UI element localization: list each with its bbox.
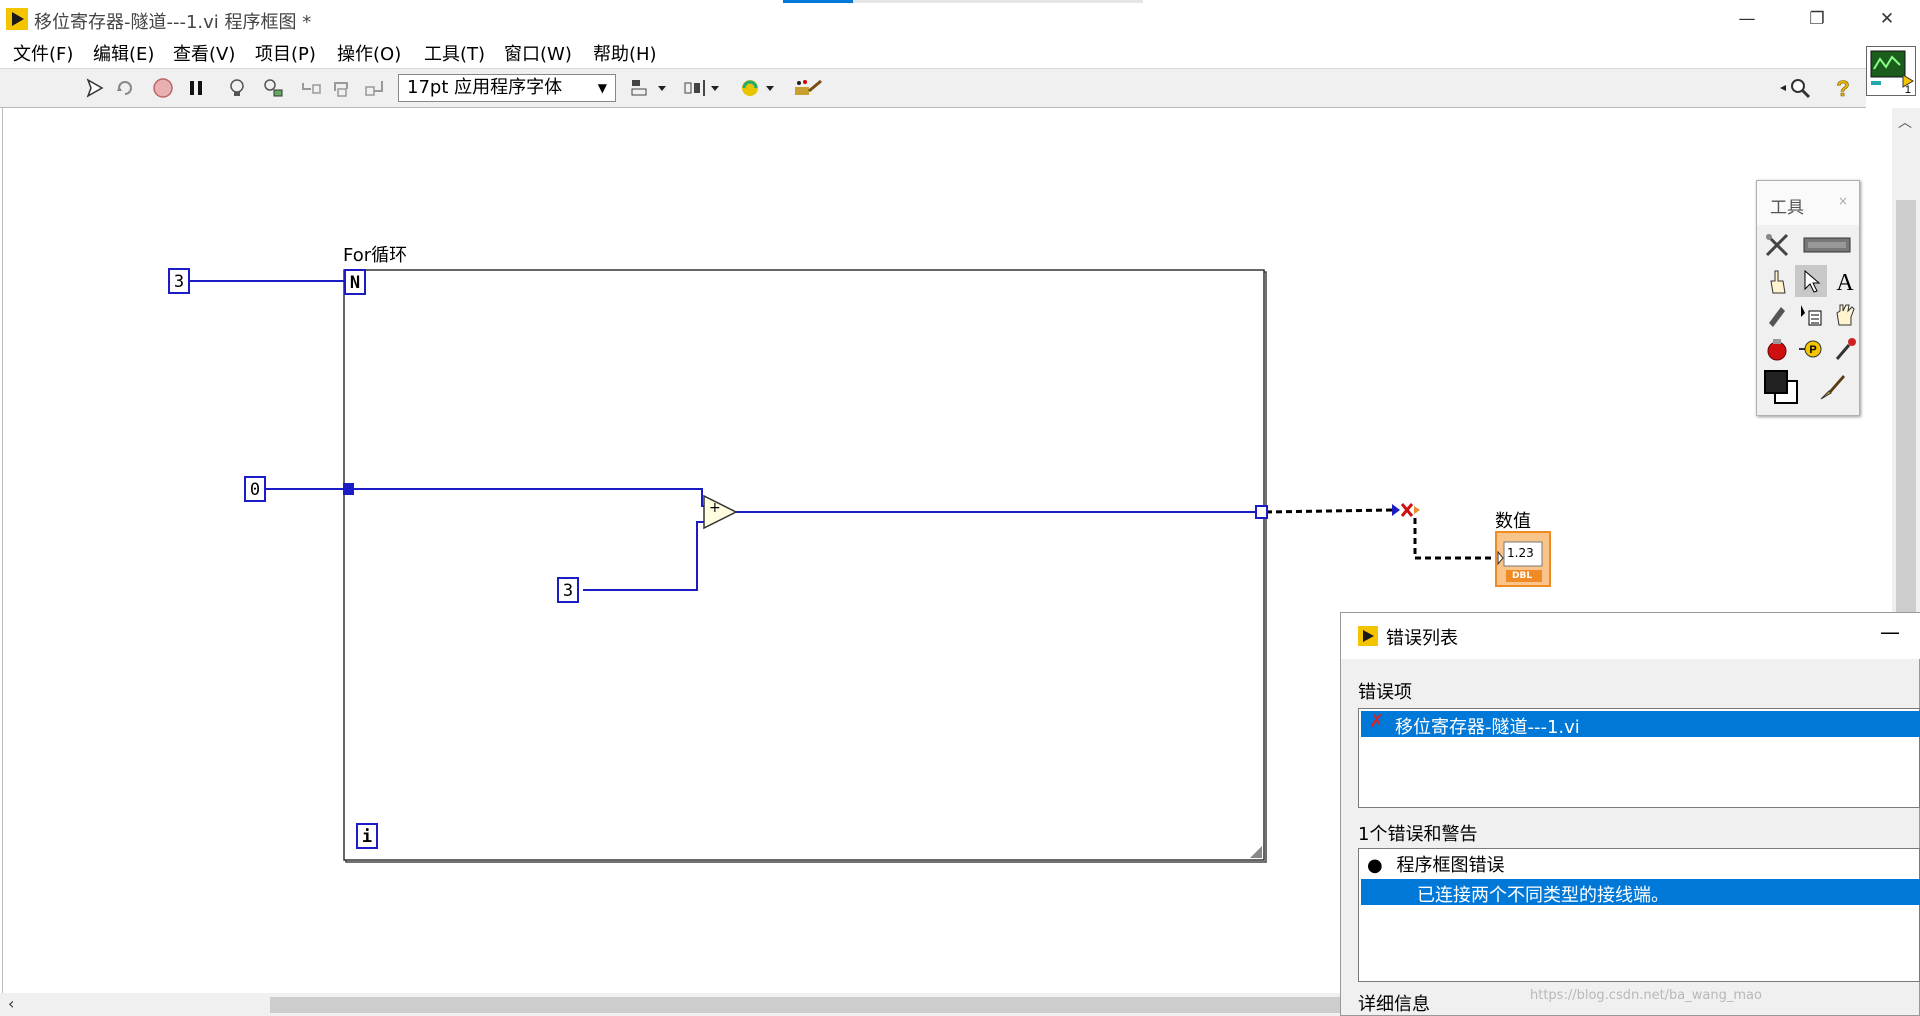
object-shortcut-menu-icon[interactable] — [1795, 299, 1827, 331]
init-constant[interactable]: 0 — [244, 476, 266, 502]
probe-data-icon[interactable]: P — [1795, 333, 1827, 365]
input-tunnel[interactable] — [343, 483, 354, 495]
get-color-icon[interactable] — [1829, 333, 1861, 365]
error-list-title: 错误列表 — [1386, 628, 1458, 649]
edit-text-icon[interactable]: A — [1829, 265, 1861, 297]
broken-wire-x-icon — [1400, 503, 1420, 517]
error-item-text: 移位寄存器-隧道---1.vi — [1395, 717, 1580, 738]
details-label: 详细信息 — [1358, 994, 1430, 1015]
indicator-value: 1.23 — [1507, 546, 1534, 560]
count-constant[interactable]: 3 — [168, 268, 190, 294]
auto-tool-toggle-icon[interactable] — [1797, 229, 1857, 261]
for-loop-structure[interactable] — [343, 269, 1267, 863]
labview-app-icon — [1358, 626, 1378, 646]
watermark: https://blog.csdn.net/ba_wang_mao — [1530, 988, 1762, 1003]
error-list-minimize-button[interactable]: — — [1880, 620, 1900, 644]
broken-wire[interactable] — [1265, 508, 1496, 560]
paintbrush-icon[interactable] — [1817, 371, 1849, 403]
loop-count-terminal[interactable]: N — [344, 269, 366, 295]
for-loop-label: For循环 — [343, 245, 408, 266]
list-item[interactable]: ● 程序框图错误 — [1367, 851, 1504, 877]
set-color-icon[interactable] — [1761, 367, 1801, 407]
breakpoint-icon[interactable] — [1761, 333, 1793, 365]
error-group-text: 程序框图错误 — [1396, 855, 1505, 876]
add-constant[interactable]: 3 — [557, 577, 579, 603]
auto-tool-icon[interactable] — [1761, 229, 1793, 261]
output-tunnel[interactable] — [1255, 505, 1268, 519]
operate-value-icon[interactable] — [1761, 265, 1793, 297]
scroll-window-icon[interactable] — [1829, 299, 1861, 331]
add-symbol: + — [709, 500, 721, 516]
connect-wire-icon[interactable] — [1761, 299, 1793, 331]
bullet-icon: ● — [1367, 855, 1383, 876]
svg-text:P: P — [1809, 344, 1816, 356]
svg-text:A: A — [1836, 270, 1854, 295]
error-x-icon: ✗ — [1369, 711, 1385, 732]
loop-iteration-terminal[interactable]: i — [356, 823, 378, 849]
tools-palette-close-button[interactable]: × — [1832, 190, 1854, 212]
indicator-label: 数值 — [1495, 511, 1531, 532]
error-message-text: 已连接两个不同类型的接线端。 — [1417, 885, 1669, 906]
scroll-up-icon[interactable]: ︿ — [1898, 112, 1912, 132]
indicator-type: DBL — [1512, 571, 1533, 581]
list-item[interactable]: 已连接两个不同类型的接线端。 — [1361, 879, 1920, 906]
error-items-listbox[interactable]: ✗ 移位寄存器-隧道---1.vi — [1358, 708, 1920, 808]
error-items-label: 错误项 — [1358, 682, 1412, 703]
scroll-left-icon[interactable]: ‹ — [8, 994, 14, 1013]
error-warnings-listbox[interactable]: ● 程序框图错误 已连接两个不同类型的接线端。 — [1358, 848, 1920, 982]
horizontal-scroll-thumb[interactable] — [270, 997, 1340, 1013]
error-count-label: 1个错误和警告 — [1358, 824, 1478, 845]
tools-palette-title: 工具 — [1770, 198, 1804, 218]
list-item[interactable]: ✗ 移位寄存器-隧道---1.vi — [1361, 711, 1920, 738]
wire-arrow-icon — [1392, 504, 1400, 516]
position-select-icon[interactable] — [1795, 265, 1827, 297]
